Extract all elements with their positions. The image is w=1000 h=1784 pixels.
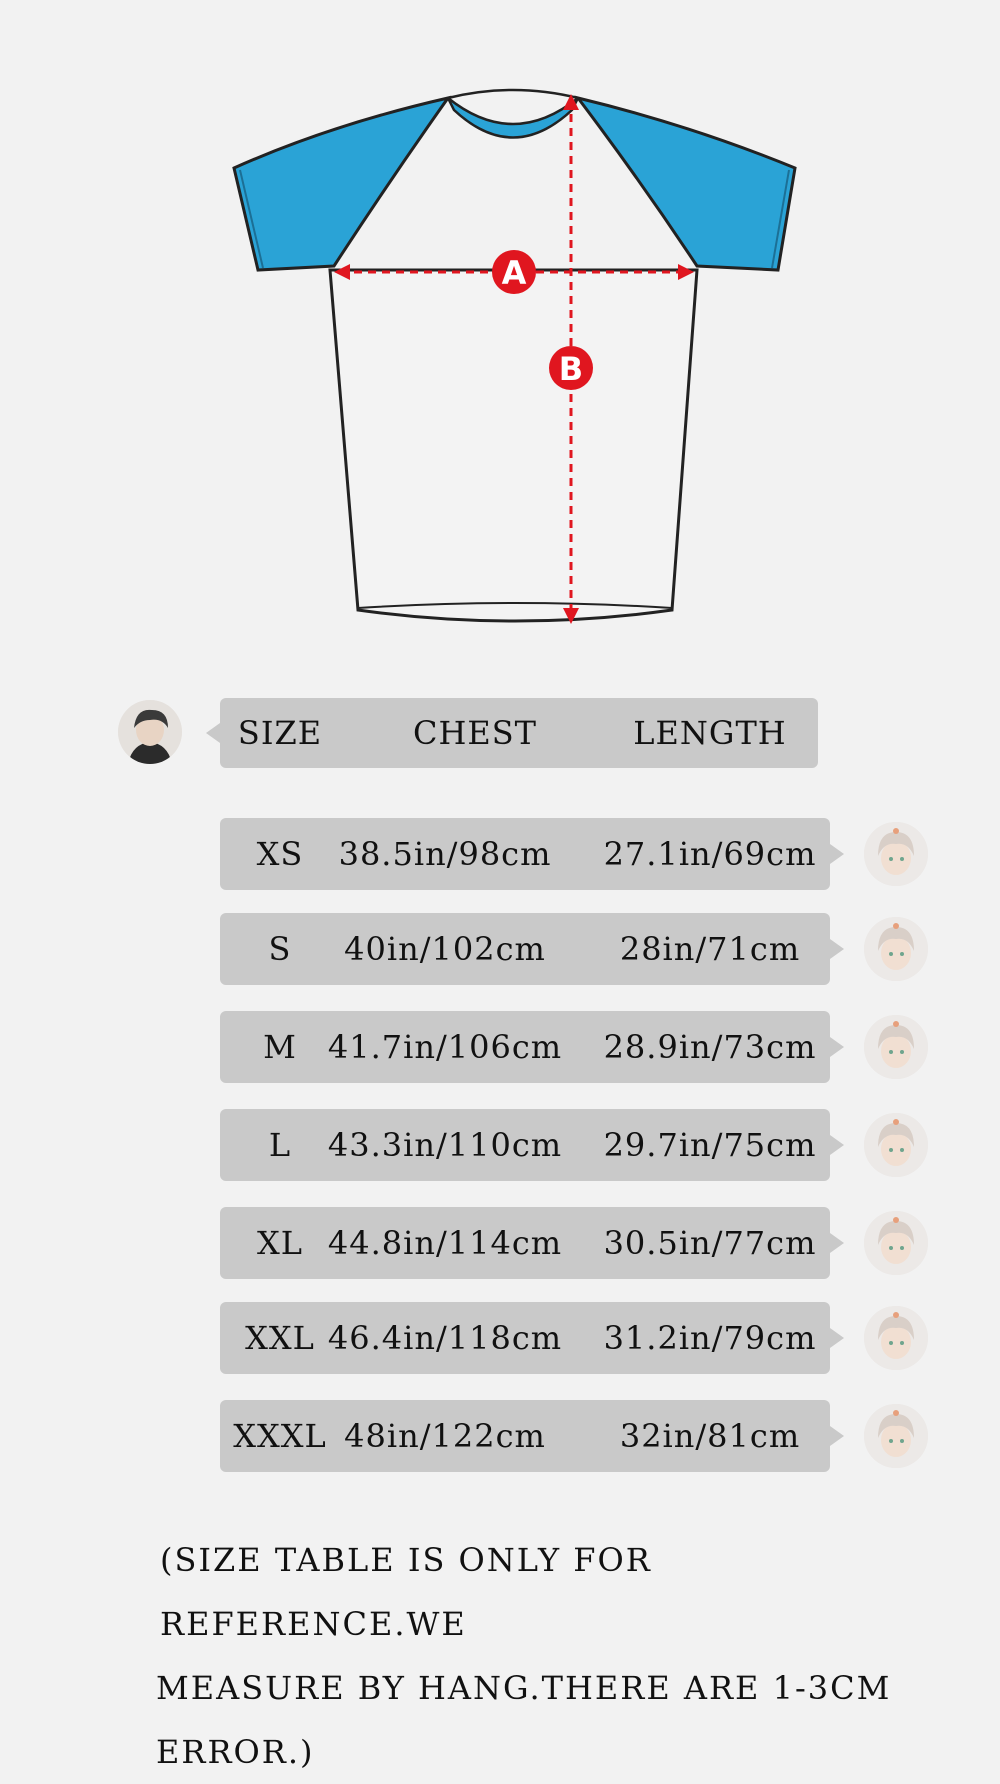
- row-size: M: [263, 1028, 297, 1066]
- tshirt-body: [328, 268, 699, 623]
- table-header-row: SIZE CHEST LENGTH: [220, 698, 818, 768]
- row-length: 32in/81cm: [619, 1417, 801, 1455]
- row-avatar: [864, 1404, 928, 1468]
- header-size: SIZE: [237, 714, 323, 752]
- marker-a: A: [492, 250, 536, 294]
- table-row-l: L 43.3in/110cm 29.7in/75cm: [220, 1109, 830, 1181]
- header-avatar: [118, 700, 182, 764]
- row-avatar: [864, 1306, 928, 1370]
- row-chest: 38.5in/98cm: [338, 835, 552, 873]
- row-avatar: [864, 917, 928, 981]
- row-avatar: [864, 1211, 928, 1275]
- row-length: 29.7in/75cm: [603, 1126, 817, 1164]
- table-row-s: S 40in/102cm 28in/71cm: [220, 913, 830, 985]
- table-row-xxl: XXL 46.4in/118cm 31.2in/79cm: [220, 1302, 830, 1374]
- row-avatar: [864, 1015, 928, 1079]
- table-row-xxxl: XXXL 48in/122cm 32in/81cm: [220, 1400, 830, 1472]
- collar: [446, 97, 580, 139]
- row-chest: 46.4in/118cm: [327, 1319, 563, 1357]
- row-chest: 43.3in/110cm: [327, 1126, 563, 1164]
- svg-text:A: A: [502, 254, 527, 292]
- size-note: (SIZE TABLE IS ONLY FOR REFERENCE.WE MEA…: [130, 1528, 930, 1784]
- row-chest: 44.8in/114cm: [327, 1224, 563, 1262]
- row-avatar: [864, 1113, 928, 1177]
- row-size: S: [268, 930, 292, 968]
- row-size: L: [268, 1126, 292, 1164]
- table-row-xs: XS 38.5in/98cm 27.1in/69cm: [220, 818, 830, 890]
- row-size: XL: [256, 1224, 304, 1262]
- row-length: 28in/71cm: [619, 930, 801, 968]
- note-line-2: MEASURE BY HANG.THERE ARE 1-3CM ERROR.): [156, 1669, 892, 1771]
- left-sleeve: [232, 95, 452, 272]
- note-line-1: (SIZE TABLE IS ONLY FOR REFERENCE.WE: [160, 1541, 652, 1643]
- row-chest: 40in/102cm: [344, 930, 546, 968]
- row-length: 30.5in/77cm: [603, 1224, 817, 1262]
- header-chest: CHEST: [412, 714, 537, 752]
- right-sleeve: [574, 95, 797, 272]
- row-chest: 41.7in/106cm: [327, 1028, 563, 1066]
- svg-text:B: B: [559, 350, 583, 388]
- table-row-xl: XL 44.8in/114cm 30.5in/77cm: [220, 1207, 830, 1279]
- header-length: LENGTH: [633, 714, 787, 752]
- row-length: 27.1in/69cm: [603, 835, 817, 873]
- row-size: XS: [256, 835, 304, 873]
- marker-b: B: [549, 346, 593, 390]
- table-row-m: M 41.7in/106cm 28.9in/73cm: [220, 1011, 830, 1083]
- row-size: XXL: [245, 1319, 315, 1357]
- row-avatar: [864, 822, 928, 886]
- tshirt-measurement-diagram: A B: [232, 88, 797, 624]
- row-chest: 48in/122cm: [344, 1417, 546, 1455]
- row-length: 28.9in/73cm: [603, 1028, 817, 1066]
- row-length: 31.2in/79cm: [603, 1319, 817, 1357]
- row-size: XXXL: [233, 1417, 327, 1455]
